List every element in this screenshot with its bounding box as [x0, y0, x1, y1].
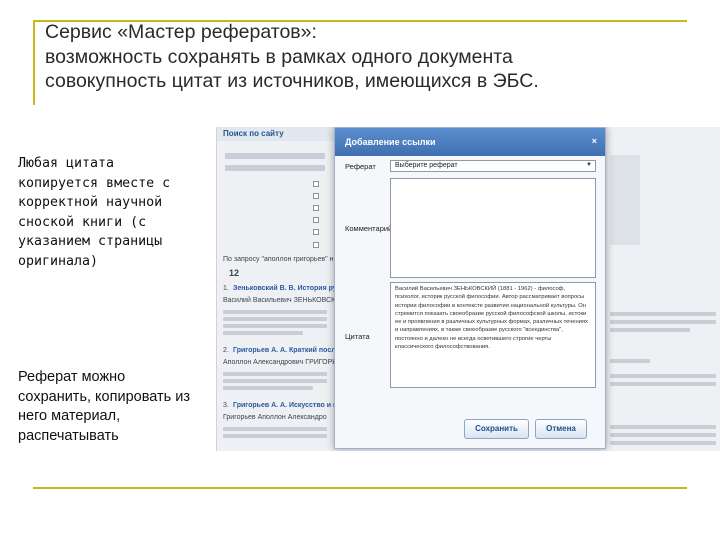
result-2-link[interactable]: Григорьев А. А. Краткий посл — [233, 347, 336, 354]
ebs-screenshot: Поиск по сайту По запросу "аполлон григо… — [216, 127, 720, 451]
result-1-author: Василий Васильевич ЗЕНЬКОВСКИ — [223, 297, 341, 304]
close-icon[interactable]: × — [592, 136, 597, 146]
snippet-line — [610, 382, 716, 386]
cancel-button[interactable]: Отмена — [535, 419, 587, 439]
side-note-referat: Реферат можно сохранить, копировать из н… — [18, 369, 190, 444]
snippet-line — [610, 312, 716, 316]
referat-select[interactable]: Выберите реферат ▼ — [390, 160, 596, 172]
filter-checkbox[interactable] — [313, 242, 319, 248]
quote-label: Цитата — [345, 332, 370, 341]
snippet-line — [223, 379, 327, 383]
snippet-line — [223, 372, 327, 376]
filter-line — [225, 153, 325, 159]
filter-checkbox[interactable] — [313, 193, 319, 199]
save-button[interactable]: Сохранить — [464, 419, 529, 439]
filter-checkbox[interactable] — [313, 181, 319, 187]
snippet-line — [610, 433, 716, 437]
referat-label: Реферат — [345, 162, 376, 171]
result-1-num: 1. — [223, 285, 229, 292]
filter-checkbox[interactable] — [313, 229, 319, 235]
filter-line — [225, 165, 325, 171]
dialog-title: Добавление ссылки — [345, 137, 436, 147]
snippet-line — [610, 441, 716, 445]
comment-textarea[interactable] — [390, 178, 596, 278]
snippet-line — [223, 317, 327, 321]
dialog-header: Добавление ссылки × — [335, 128, 605, 156]
chevron-down-icon: ▼ — [586, 162, 592, 168]
slide-title-line-3: совокупность цитат из источников, имеющи… — [45, 70, 539, 92]
snippet-line — [223, 434, 327, 438]
filter-checkbox[interactable] — [313, 217, 319, 223]
result-2-num: 2. — [223, 347, 229, 354]
result-3-author: Григорьев Аполлон Александро — [223, 414, 327, 421]
snippet-line — [610, 425, 716, 429]
snippet-line — [610, 328, 690, 332]
side-note-citation: Любая цитата копируется вместе с коррект… — [18, 156, 171, 269]
result-count: 12 — [229, 268, 240, 278]
result-1-link[interactable]: Зеньковский В. В. История русс — [233, 285, 344, 292]
slide-title-line-1: Сервис «Мастер рефератов»: — [45, 21, 317, 43]
slide-frame-left — [33, 20, 35, 105]
result-3-link[interactable]: Григорьев А. А. Искусство и н — [233, 402, 337, 409]
referat-select-value: Выберите реферат — [395, 162, 458, 169]
snippet-line — [610, 374, 716, 378]
snippet-line — [610, 320, 716, 324]
comment-label: Комментарий — [345, 224, 393, 233]
quote-textarea[interactable]: Василий Васильевич ЗЕНЬКОВСКИЙ (1881 - 1… — [390, 282, 596, 388]
snippet-line — [223, 386, 313, 390]
snippet-line — [610, 359, 650, 363]
result-3-num: 3. — [223, 402, 229, 409]
result-query-text: По запросу "аполлон григорьев" н — [223, 256, 334, 263]
snippet-line — [223, 310, 327, 314]
snippet-line — [223, 331, 303, 335]
right-panel — [610, 155, 640, 245]
search-panel-header: Поиск по сайту — [217, 127, 337, 141]
slide-frame-bottom — [33, 487, 687, 489]
snippet-line — [223, 427, 327, 431]
slide-title-line-2: возможность сохранять в рамках одного до… — [45, 45, 513, 68]
slide-title: Сервис «Мастер рефератов»: возможность с… — [45, 20, 685, 94]
result-2-author: Аполлон Александрович ГРИГОРЬ — [223, 359, 337, 366]
add-citation-dialog: Добавление ссылки × Реферат Выберите реф… — [334, 127, 606, 449]
filter-checkbox[interactable] — [313, 205, 319, 211]
snippet-line — [223, 324, 327, 328]
